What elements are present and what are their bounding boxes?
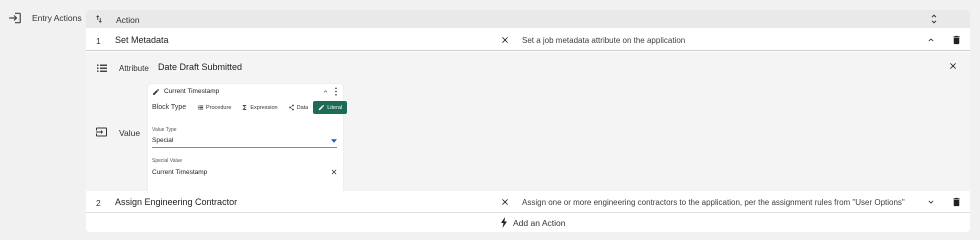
close-icon[interactable]	[330, 168, 338, 176]
attribute-label: Attribute	[119, 64, 149, 73]
chevron-up-icon[interactable]	[322, 88, 329, 95]
dropdown-arrow-icon[interactable]	[331, 139, 337, 143]
action-column-header: Action	[116, 15, 140, 25]
action-detail-panel: Attribute Date Draft Submitted Value Cur…	[86, 52, 970, 210]
list-icon	[197, 105, 204, 110]
value-type-select[interactable]: Special	[152, 137, 173, 144]
entry-actions-label: Entry Actions	[32, 13, 82, 23]
tab-data[interactable]: Data	[283, 101, 314, 114]
action-row-assign-engineering-contractor[interactable]: 2 Assign Engineering Contractor Assign o…	[86, 191, 970, 213]
tab-literal[interactable]: Literal	[313, 101, 348, 114]
action-row-set-metadata[interactable]: 1 Set Metadata Set a job metadata attrib…	[86, 29, 970, 51]
action-description: Assign one or more engineering contracto…	[522, 198, 905, 207]
sigma-icon	[243, 105, 247, 110]
pencil-icon[interactable]	[152, 88, 160, 96]
entry-actions-editor: Entry Actions Action 1 Set Metadata Set …	[0, 0, 980, 240]
list-icon	[97, 64, 107, 72]
delete-icon[interactable]	[951, 196, 962, 208]
unfold-icon[interactable]	[928, 13, 940, 25]
value-type-label: Value Type	[152, 127, 177, 133]
login-icon	[9, 12, 21, 24]
close-icon[interactable]	[948, 61, 958, 71]
tab-label: Procedure	[206, 104, 232, 111]
data-object-icon	[288, 104, 294, 111]
tab-procedure[interactable]: Procedure	[192, 101, 236, 114]
delete-icon[interactable]	[951, 34, 962, 46]
sort-icon[interactable]	[94, 14, 104, 24]
tab-label: Data	[296, 104, 309, 111]
close-icon[interactable]	[500, 35, 510, 45]
actions-table-header: Action	[86, 10, 970, 28]
block-type-tabs: Procedure Expression Data Literal	[192, 101, 348, 114]
attribute-value[interactable]: Date Draft Submitted	[158, 62, 242, 72]
special-value-field[interactable]: Current Timestamp	[152, 169, 207, 176]
row-number: 2	[96, 198, 101, 208]
tab-label: Literal	[327, 104, 343, 111]
more-vert-icon[interactable]	[334, 87, 338, 96]
chevron-down-icon[interactable]	[926, 197, 936, 207]
block-title: Current Timestamp	[164, 88, 220, 95]
add-action-button[interactable]: Add an Action	[86, 213, 970, 231]
block-type-label: Block Type	[152, 104, 187, 111]
tab-expression[interactable]: Expression	[236, 101, 282, 114]
special-value-label: Special Value	[152, 158, 183, 164]
input-icon	[96, 127, 107, 137]
value-label: Value	[119, 128, 141, 138]
row-number: 1	[96, 36, 101, 46]
tab-label: Expression	[250, 104, 278, 111]
pencil-icon	[319, 104, 325, 111]
action-name: Assign Engineering Contractor	[115, 197, 238, 207]
action-name: Set Metadata	[115, 35, 169, 45]
select-underline	[152, 147, 337, 148]
action-description: Set a job metadata attribute on the appl…	[522, 36, 686, 45]
close-icon[interactable]	[500, 197, 510, 207]
add-action-label: Add an Action	[513, 218, 566, 228]
chevron-up-icon[interactable]	[926, 35, 936, 45]
bolt-icon	[501, 217, 507, 228]
